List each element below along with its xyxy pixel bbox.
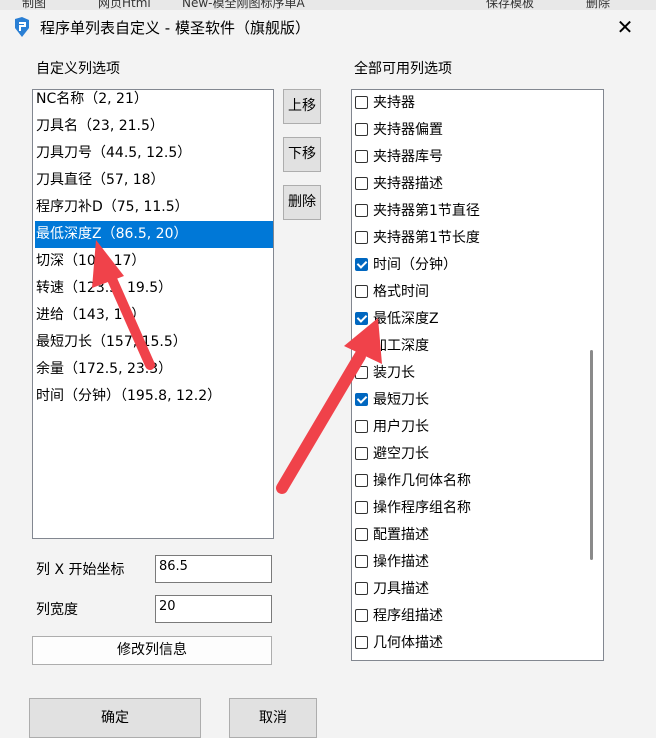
- arrow-right-annotation: [276, 318, 382, 494]
- arrow-left-annotation: [92, 240, 155, 370]
- annotation-arrows: [92, 240, 382, 494]
